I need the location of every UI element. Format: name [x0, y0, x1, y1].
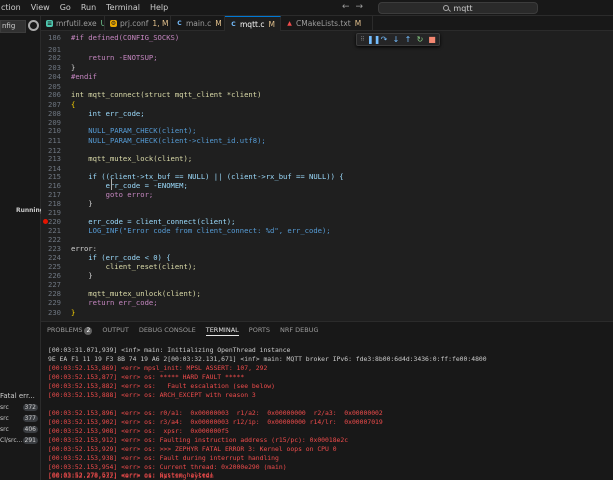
search-icon: [443, 5, 450, 11]
row-label: Cl/src...: [0, 437, 23, 444]
restart-icon[interactable]: ↻: [415, 35, 425, 45]
tab-label: main.c: [186, 19, 212, 28]
terminal-line: [00:03:52.153,888] <err> os: ARCH_EXCEPT…: [48, 391, 256, 399]
panel-tabs: PROBLEMS 2 OUTPUT DEBUG CONSOLE TERMINAL …: [47, 325, 319, 336]
row-label: src: [0, 404, 9, 411]
stop-icon[interactable]: ■: [427, 35, 437, 45]
terminal-line: [00:03:52.153,938] <err> os: Fault durin…: [48, 454, 279, 462]
line-text: #if defined(CONFIG_SOCKS): [71, 33, 180, 42]
pause-icon[interactable]: ❚❚: [367, 35, 380, 45]
tab-problems[interactable]: PROBLEMS 2: [47, 325, 93, 336]
code-line: 186 #if defined(CONFIG_SOCKS): [41, 32, 613, 43]
cmake-file-icon: ▲: [287, 20, 292, 27]
menu-view[interactable]: View: [30, 2, 51, 13]
sidebar-fatal-error[interactable]: Fatal err...: [0, 392, 35, 400]
menu-terminal[interactable]: Terminal: [105, 2, 141, 13]
terminal-line: [00:03:52.153,877] <err> os: ***** HARD …: [48, 373, 245, 381]
tab-debug-console[interactable]: DEBUG CONSOLE: [139, 325, 196, 336]
tab-main-c[interactable]: C main.c M: [171, 16, 225, 31]
menu-help[interactable]: Help: [149, 2, 169, 13]
tab-cmakelists[interactable]: ▲ CMakeLists.txt M: [281, 16, 373, 31]
tab-status: 1, M: [152, 19, 169, 28]
nav-arrows: ←→: [342, 2, 369, 12]
c-file-icon: C: [231, 21, 236, 28]
code-editor[interactable]: 186 #if defined(CONFIG_SOCKS) 201 202 ret…: [41, 31, 613, 320]
debug-toolbar: ⠿ ❚❚ ↷ ↓ ↑ ↻ ■: [356, 33, 440, 46]
grip-icon[interactable]: ⠿: [360, 35, 365, 45]
terminal-line: [00:03:52.153,929] <err> os: >>> ZEPHYR …: [48, 445, 337, 453]
row-count-badge: 406: [22, 426, 38, 433]
terminal-line: [00:03:52.153,882] <err> os: Fault escal…: [48, 382, 276, 390]
terminal-line: [00:03:52.153,869] <err> mpsl_init: MPSL…: [48, 364, 268, 372]
tab-label: CMakeLists.txt: [296, 19, 351, 28]
tab-ports[interactable]: PORTS: [249, 325, 270, 336]
debug-config-select[interactable]: nfig: [0, 20, 26, 33]
sidebar: nfig Running Fatal err... src 372 src 37…: [0, 16, 45, 480]
sidebar-row[interactable]: src 406: [0, 425, 41, 435]
terminal-line: [00:03:52.153,902] <err> os: r3/a4: 0x00…: [48, 418, 383, 426]
tab-label: mqtt.c: [240, 20, 265, 29]
terminal-line: [00:03:31.071,939] <inf> main: Initializ…: [48, 346, 291, 354]
menu-bar: ction View Go Run Terminal Help: [0, 2, 169, 13]
bottom-panel: PROBLEMS 2 OUTPUT DEBUG CONSOLE TERMINAL …: [41, 321, 613, 480]
row-label: src: [0, 415, 9, 422]
terminal-line: 9E EA F1 11 19 F3 8B 74 19 A6 2[00:03:32…: [48, 355, 487, 363]
terminal-line: [00:03:52.278,577] <err> os: System halt…: [48, 471, 214, 479]
c-file-icon: C: [177, 20, 182, 27]
sidebar-row[interactable]: src 377: [0, 414, 41, 424]
back-arrow-icon[interactable]: ←: [342, 2, 356, 12]
line-number: 230: [48, 308, 61, 317]
tab-mqtt-c[interactable]: C mqtt.c M: [225, 16, 281, 31]
line-number: 186: [48, 33, 61, 42]
menu-run[interactable]: Run: [80, 2, 97, 13]
tab-status: M: [354, 19, 362, 28]
row-count-badge: 291: [22, 437, 38, 444]
tab-prj-conf[interactable]: ⚙ prj.conf 1, M: [105, 16, 171, 31]
debug-status: Running: [16, 207, 45, 214]
code-line: 230}: [41, 307, 613, 318]
search-text: mqtt: [453, 3, 473, 13]
step-out-icon[interactable]: ↑: [403, 35, 413, 45]
tab-status: M: [268, 20, 275, 29]
sidebar-row[interactable]: src 372: [0, 403, 41, 413]
file-icon: ≡: [46, 20, 53, 27]
terminal-line: [00:03:52.153,912] <err> os: Faulting in…: [48, 436, 349, 444]
indent-guide: [111, 179, 112, 190]
tab-label: PROBLEMS: [47, 326, 83, 334]
tab-nrf-debug[interactable]: NRF DEBUG: [280, 325, 319, 336]
sidebar-row[interactable]: Cl/src... 291: [0, 436, 41, 446]
editor-tab-bar: ≡ mrfutil.exeU ⚙ prj.conf1, M C main.cM …: [41, 16, 613, 31]
title-bar: ction View Go Run Terminal Help ←→ mqtt: [0, 0, 613, 16]
tab-terminal[interactable]: TERMINAL: [205, 325, 239, 336]
forward-arrow-icon[interactable]: →: [356, 2, 370, 12]
tab-label: mrfutil.exe: [56, 19, 97, 28]
row-count-badge: 372: [22, 404, 38, 411]
terminal-line: [00:03:52.153,896] <err> os: r0/a1: 0x00…: [48, 409, 383, 417]
gear-icon[interactable]: [28, 20, 39, 31]
tab-output[interactable]: OUTPUT: [102, 325, 129, 336]
row-label: src: [0, 426, 9, 433]
command-center-search[interactable]: mqtt: [378, 2, 538, 14]
step-into-icon[interactable]: ↓: [391, 35, 401, 45]
line-text: }: [71, 308, 76, 317]
problems-count-badge: 2: [84, 327, 93, 335]
step-over-icon[interactable]: ↷: [379, 35, 389, 45]
tab-mrfutil[interactable]: ≡ mrfutil.exeU: [41, 16, 105, 31]
menu-go[interactable]: Go: [59, 2, 72, 13]
tab-label: prj.conf: [120, 19, 149, 28]
row-count-badge: 377: [22, 415, 38, 422]
tab-status: M: [215, 19, 222, 28]
settings-file-icon: ⚙: [110, 20, 117, 27]
terminal-line: [00:03:52.153,908] <err> os: xpsr: 0x000…: [48, 427, 229, 435]
menu-selection[interactable]: ction: [0, 2, 22, 13]
